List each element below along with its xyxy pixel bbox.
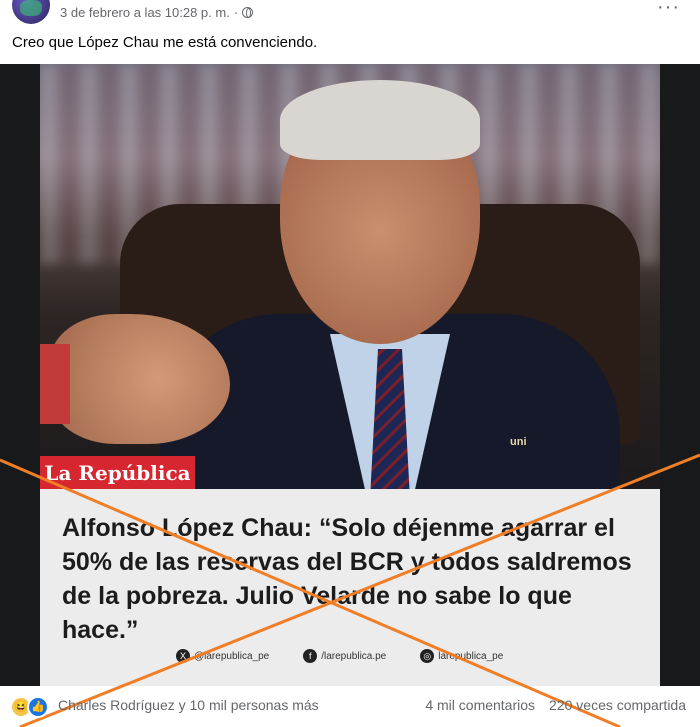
photo: uni [40, 64, 660, 489]
like-reaction-icon: 👍 [27, 696, 49, 718]
quote: Alfonso López Chau: “Solo déjenme agarra… [62, 511, 652, 647]
post-caption: Creo que López Chau me está convenciendo… [12, 34, 318, 51]
reactions-summary[interactable]: 😆 👍 [10, 696, 49, 718]
avatar[interactable] [12, 0, 50, 24]
reactions-text[interactable]: Charles Rodríguez y 10 mil personas más [58, 697, 319, 713]
post-header: 3 de febrero a las 10:28 p. m. · ··· [0, 0, 700, 30]
more-options-button[interactable]: ··· [657, 0, 680, 19]
comments-count[interactable]: 4 mil comentarios [425, 697, 535, 713]
globe-icon [242, 7, 254, 18]
facebook-icon: f [303, 649, 318, 663]
quote-card: Alfonso López Chau: “Solo déjenme agarra… [40, 489, 660, 686]
post-timestamp[interactable]: 3 de febrero a las 10:28 p. m. [60, 5, 230, 20]
brand-logo: La República [40, 456, 195, 489]
post-image[interactable]: uni La República Alfonso López Chau: “So… [0, 64, 700, 686]
x-icon: X [176, 649, 190, 663]
social-label: @larepublica_pe [194, 650, 270, 662]
social-x: X @larepublica_pe [176, 649, 269, 663]
instagram-icon: ◎ [420, 649, 435, 663]
post-meta: 3 de febrero a las 10:28 p. m. · [60, 5, 254, 20]
lapel-pin: uni [510, 436, 527, 448]
social-handles: X @larepublica_pe f /larepublica.pe ◎ la… [176, 649, 503, 663]
post-footer: 😆 👍 Charles Rodríguez y 10 mil personas … [0, 688, 700, 727]
engagement-counts: 4 mil comentarios 220 veces compartida [425, 697, 686, 713]
quote-name: Alfonso López Chau: [62, 514, 312, 542]
shares-count[interactable]: 220 veces compartida [549, 697, 686, 713]
social-label: /larepublica.pe [321, 650, 387, 662]
meta-separator: · [233, 5, 239, 20]
social-label: larepublica_pe [438, 650, 504, 662]
social-facebook: f /larepublica.pe [303, 649, 386, 663]
social-instagram: ◎ larepublica_pe [420, 649, 503, 663]
